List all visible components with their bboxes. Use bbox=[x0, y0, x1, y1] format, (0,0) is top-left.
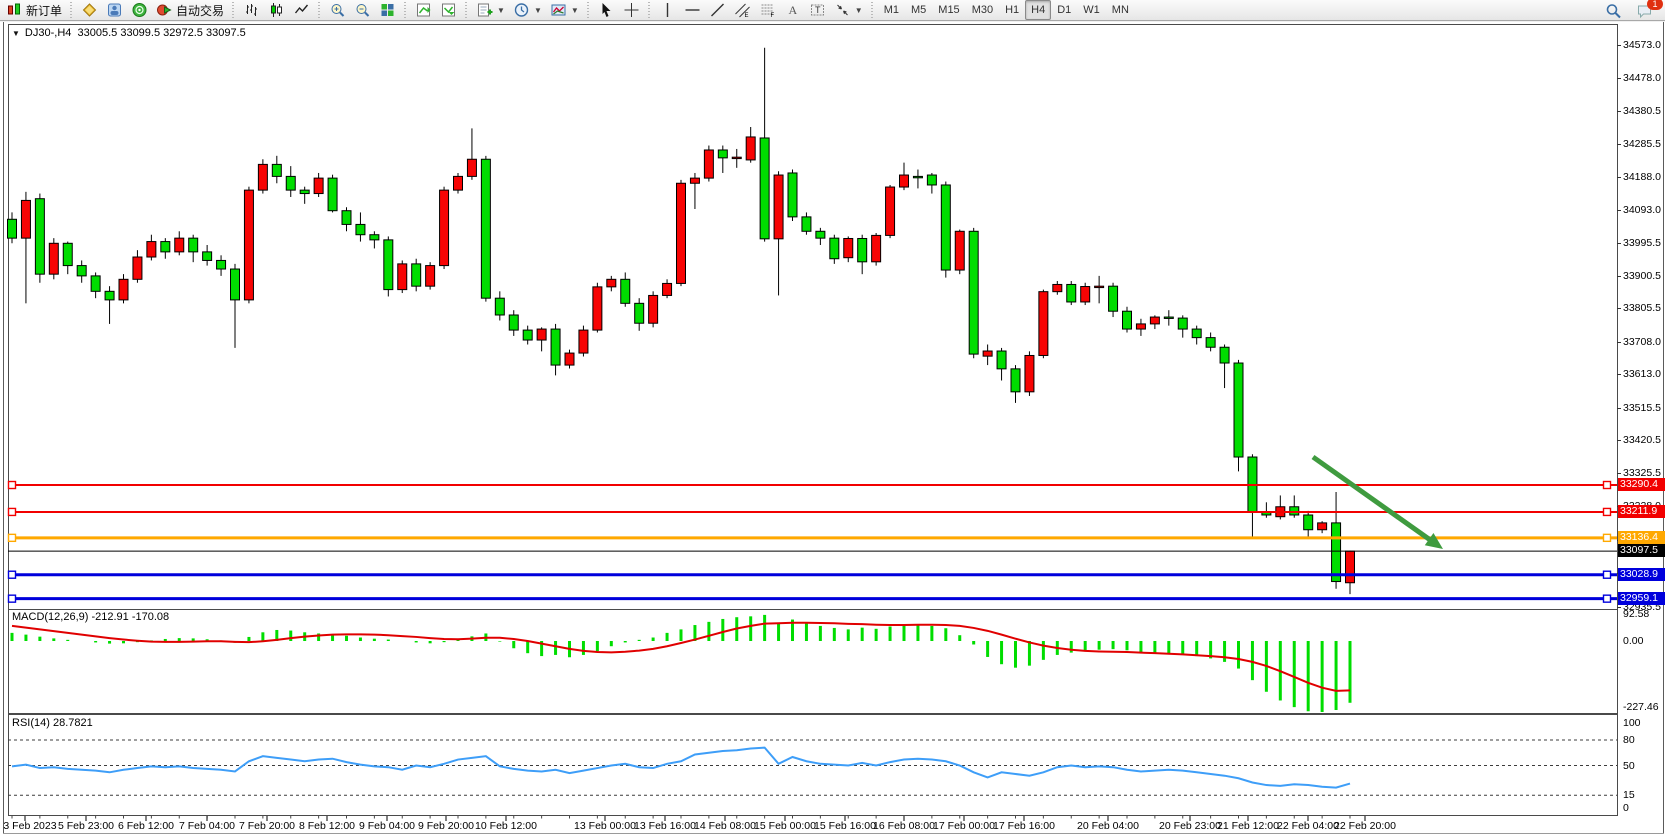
line-handle[interactable] bbox=[1604, 595, 1611, 602]
line-price-tag: 33028.9 bbox=[1618, 568, 1665, 581]
line-handle[interactable] bbox=[1604, 534, 1611, 541]
line-handle[interactable] bbox=[1604, 571, 1611, 578]
line-price-tag: 33290.4 bbox=[1618, 478, 1665, 491]
line-handle[interactable] bbox=[1604, 508, 1611, 515]
line-handle[interactable] bbox=[9, 534, 16, 541]
rsi-plot bbox=[8, 740, 1617, 795]
line-handle[interactable] bbox=[9, 482, 16, 489]
macd-plot bbox=[12, 615, 1350, 712]
chart-title: ▼ DJ30-,H4 33005.5 33099.5 32972.5 33097.… bbox=[12, 27, 246, 39]
plot-layer[interactable] bbox=[0, 0, 1665, 838]
chart-symbol-period: DJ30-,H4 bbox=[25, 27, 71, 39]
bid-price-tag: 33097.5 bbox=[1618, 544, 1665, 557]
line-price-tag: 33136.4 bbox=[1618, 531, 1665, 544]
line-handle[interactable] bbox=[9, 571, 16, 578]
chart-ohlc-values: 33005.5 33099.5 32972.5 33097.5 bbox=[78, 27, 246, 39]
macd-label: MACD(12,26,9) -212.91 -170.08 bbox=[12, 611, 169, 623]
mt4-terminal: 新订单 自动交易 bbox=[0, 0, 1665, 838]
line-price-tag: 32959.1 bbox=[1618, 592, 1665, 605]
rsi-label: RSI(14) 28.7821 bbox=[12, 717, 93, 729]
time-axis-ticks bbox=[12, 816, 1365, 821]
line-handle[interactable] bbox=[1604, 482, 1611, 489]
chart-dropdown-icon[interactable]: ▼ bbox=[12, 29, 20, 38]
line-handle[interactable] bbox=[9, 595, 16, 602]
line-price-tag: 33211.9 bbox=[1618, 505, 1665, 518]
line-handle[interactable] bbox=[9, 508, 16, 515]
